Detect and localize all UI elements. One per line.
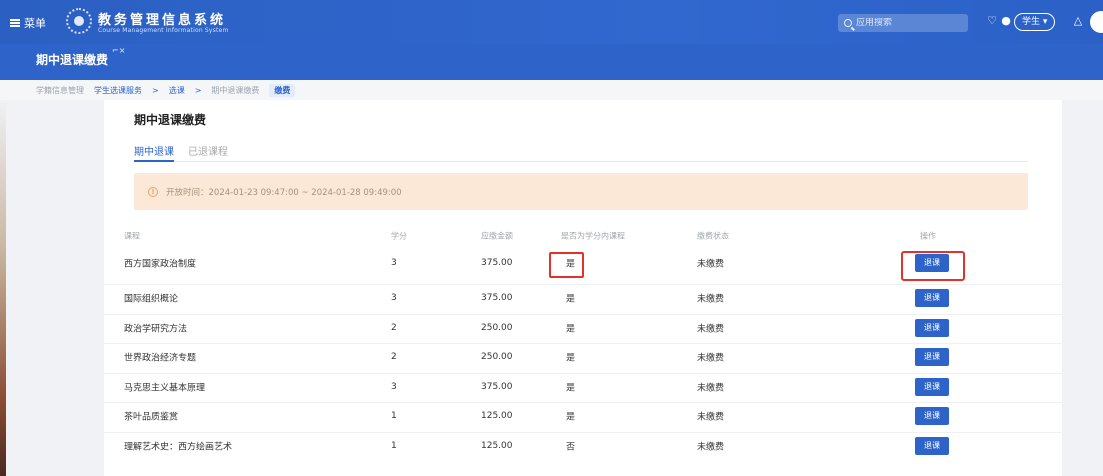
breadcrumb-separator: > xyxy=(194,85,202,95)
table-row: 国际组织概论 3 375.00 是 未缴费 退课 xyxy=(104,284,1062,310)
credit-value: 1 xyxy=(391,440,397,451)
breadcrumb-current: 缴费 xyxy=(269,83,296,97)
top-bar: 菜单 教务管理信息系统 Course Management Informatio… xyxy=(0,0,1103,44)
course-name: 马克思主义基本原理 xyxy=(124,383,206,393)
amount-value: 375.00 xyxy=(481,292,513,303)
in-credit-value: 是 xyxy=(566,324,576,334)
app-search-input[interactable] xyxy=(856,18,956,28)
university-logo-icon xyxy=(66,8,92,34)
amount-value: 375.00 xyxy=(481,381,513,392)
in-credit-value: 是 xyxy=(566,383,576,393)
tab-withdrawn-courses[interactable]: 已退课程 xyxy=(188,140,228,162)
credit-value: 2 xyxy=(391,322,397,333)
in-credit-value: 是 xyxy=(566,412,576,422)
header-action: 操作 xyxy=(920,231,936,241)
table-row: 马克思主义基本原理 3 375.00 是 未缴费 退课 xyxy=(104,373,1062,399)
payment-status: 未缴费 xyxy=(697,294,725,304)
withdraw-button[interactable]: 退课 xyxy=(915,377,949,396)
hamburger-icon xyxy=(10,19,20,27)
bell-icon[interactable]: △ xyxy=(1072,15,1084,27)
open-time-notice: ! 开放时间：2024-01-23 09:47:00 ~ 2024-01-28 … xyxy=(134,173,1028,210)
header-status: 缴费状态 xyxy=(697,231,729,241)
breadcrumb-item[interactable]: 选课 xyxy=(169,85,185,96)
table-row: 西方国家政治制度 3 375.00 是 未缴费 退课 xyxy=(104,250,1062,281)
table-row: 政治学研究方法 2 250.00 是 未缴费 退课 xyxy=(104,314,1062,340)
breadcrumb-item[interactable]: 学籍信息管理 xyxy=(36,85,84,96)
header-amount: 应缴金额 xyxy=(481,231,513,241)
breadcrumb: 学籍信息管理 学生选课服务 > 选课 > 期中退课缴费 缴费 xyxy=(0,80,1103,100)
system-title: 教务管理信息系统 xyxy=(98,13,227,28)
withdraw-button[interactable]: 退课 xyxy=(915,288,949,307)
help-icon[interactable]: ● xyxy=(1000,15,1012,27)
role-label: 学生 xyxy=(1022,17,1041,27)
payment-status: 未缴费 xyxy=(697,412,725,422)
header-credit: 学分 xyxy=(391,231,407,241)
payment-status: 未缴费 xyxy=(697,353,725,363)
course-name: 理解艺术史：西方绘画艺术 xyxy=(124,442,233,452)
payment-status: 未缴费 xyxy=(697,259,725,270)
withdraw-button[interactable]: 退课 xyxy=(915,406,949,425)
background-image xyxy=(0,100,6,476)
header-course: 课程 xyxy=(124,231,140,241)
avatar[interactable] xyxy=(1090,11,1103,33)
in-credit-value: 是 xyxy=(566,294,576,304)
breadcrumb-item[interactable]: 学生选课服务 xyxy=(94,85,142,96)
system-subtitle: Course Management Information System xyxy=(98,27,229,34)
course-name: 政治学研究方法 xyxy=(124,324,188,334)
table-row: 茶叶品质鉴赏 1 125.00 是 未缴费 退课 xyxy=(104,402,1062,428)
menu-label: 菜单 xyxy=(24,17,46,30)
shield-icon[interactable]: ♡ xyxy=(986,15,998,27)
credit-value: 1 xyxy=(391,410,397,421)
course-name: 西方国家政治制度 xyxy=(124,259,197,270)
tab-bar: 期中退课 已退课程 xyxy=(134,140,1028,162)
title-band xyxy=(0,44,1103,80)
withdraw-button[interactable]: 退课 xyxy=(915,436,949,455)
amount-value: 125.00 xyxy=(481,440,513,451)
breadcrumb-separator: > xyxy=(152,85,159,95)
credit-value: 3 xyxy=(391,292,397,303)
amount-value: 125.00 xyxy=(481,410,513,421)
amount-value: 250.00 xyxy=(481,322,513,333)
credit-value: 3 xyxy=(391,258,397,268)
in-credit-value: 是 xyxy=(566,353,576,363)
withdraw-button[interactable]: 退课 xyxy=(915,318,949,337)
close-icon[interactable]: ⌐× xyxy=(112,46,125,55)
credit-value: 3 xyxy=(391,381,397,392)
credit-value: 2 xyxy=(391,351,397,362)
header-in-credit: 是否为学分内课程 xyxy=(561,231,625,241)
payment-status: 未缴费 xyxy=(697,324,725,334)
tab-withdraw[interactable]: 期中退课 xyxy=(134,140,174,162)
payment-status: 未缴费 xyxy=(697,383,725,393)
in-credit-value: 否 xyxy=(566,442,576,452)
course-name: 世界政治经济专题 xyxy=(124,353,197,363)
role-switch[interactable]: 学生 ▾ xyxy=(1014,13,1056,31)
withdraw-button[interactable]: 退课 xyxy=(915,347,949,366)
course-name: 茶叶品质鉴赏 xyxy=(124,412,179,422)
card-title: 期中退课缴费 xyxy=(134,113,207,127)
app-search[interactable] xyxy=(838,14,968,32)
table-row: 世界政治经济专题 2 250.00 是 未缴费 退课 xyxy=(104,343,1062,369)
in-credit-value: 是 xyxy=(566,259,576,270)
breadcrumb-item[interactable]: 期中退课缴费 xyxy=(211,85,259,96)
course-name: 国际组织概论 xyxy=(124,294,179,304)
table-row: 理解艺术史：西方绘画艺术 1 125.00 否 未缴费 退课 xyxy=(104,432,1062,458)
search-icon xyxy=(844,19,852,27)
payment-status: 未缴费 xyxy=(697,442,725,452)
page-tab[interactable]: 期中退课缴费 xyxy=(36,51,108,68)
table-header: 课程 学分 应缴金额 是否为学分内课程 缴费状态 操作 xyxy=(104,228,1062,244)
menu-button[interactable]: 菜单 xyxy=(10,15,46,31)
amount-value: 375.00 xyxy=(481,258,513,268)
content-card: 期中退课缴费 期中退课 已退课程 ! 开放时间：2024-01-23 09:47… xyxy=(104,100,1062,476)
withdraw-button[interactable]: 退课 xyxy=(915,254,949,272)
info-icon: ! xyxy=(148,186,158,197)
notice-text: 开放时间：2024-01-23 09:47:00 ~ 2024-01-28 09… xyxy=(166,187,402,198)
amount-value: 250.00 xyxy=(481,351,513,362)
